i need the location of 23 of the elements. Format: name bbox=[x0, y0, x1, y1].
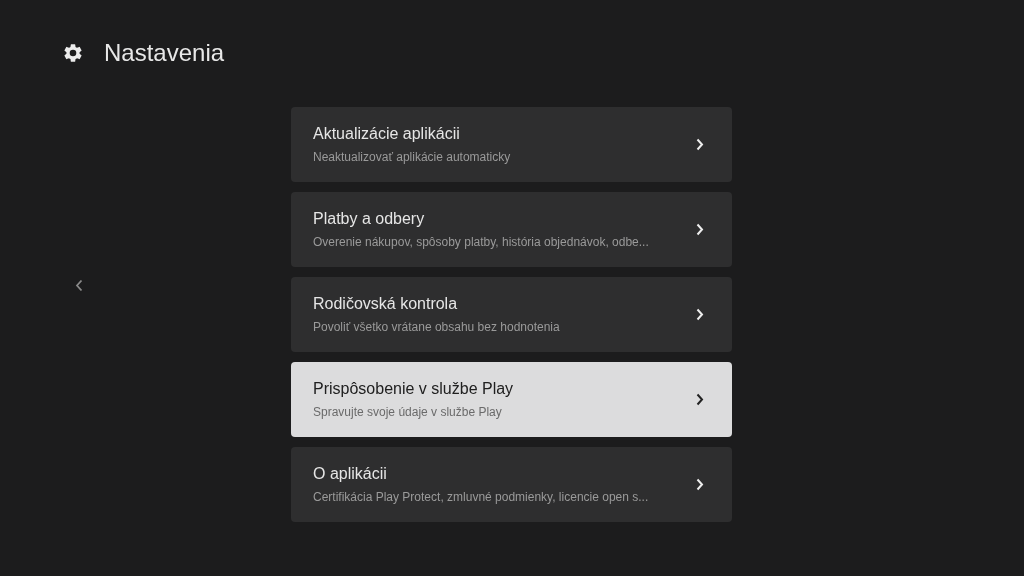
back-chevron-icon[interactable] bbox=[75, 279, 83, 292]
item-subtitle: Povoliť všetko vrátane obsahu bez hodnotenia bbox=[313, 320, 561, 334]
item-title: O aplikácii bbox=[313, 465, 388, 483]
item-title: Prispôsobenie v službe Play bbox=[313, 380, 515, 398]
item-subtitle: Certifikácia Play Protect, zmluvné podmienky, licencie open s... bbox=[313, 490, 650, 504]
settings-item[interactable]: O aplikácii Certifikácia Play Protect, zmluvné podmienky, licencie open s... bbox=[291, 447, 732, 522]
item-title: Platby a odbery bbox=[313, 210, 426, 228]
item-subtitle: Spravujte svoje údaje v službe Play bbox=[313, 405, 503, 419]
item-subtitle: Neaktualizovať aplikácie automaticky bbox=[313, 150, 512, 164]
chevron-right-icon bbox=[696, 138, 704, 151]
chevron-right-icon bbox=[696, 478, 704, 491]
settings-icon bbox=[62, 42, 84, 64]
page-title: Nastavenia bbox=[104, 39, 225, 67]
chevron-right-icon bbox=[696, 223, 704, 236]
chevron-right-icon bbox=[696, 393, 704, 406]
settings-item[interactable]: Platby a odbery Overenie nákupov, spôsoby platby, história objednávok, odbe... bbox=[291, 192, 732, 267]
settings-item[interactable]: Aktualizácie aplikácii Neaktualizovať aplikácie automaticky bbox=[291, 107, 732, 182]
settings-item[interactable]: Prispôsobenie v službe Play Spravujte svoje údaje v službe Play bbox=[291, 362, 732, 437]
item-subtitle: Overenie nákupov, spôsoby platby, história objednávok, odbe... bbox=[313, 235, 650, 249]
item-title: Rodičovská kontrola bbox=[313, 295, 459, 313]
item-title: Aktualizácie aplikácii bbox=[313, 125, 461, 143]
chevron-right-icon bbox=[696, 308, 704, 321]
settings-item[interactable]: Rodičovská kontrola Povoliť všetko vrátane obsahu bez hodnotenia bbox=[291, 277, 732, 352]
